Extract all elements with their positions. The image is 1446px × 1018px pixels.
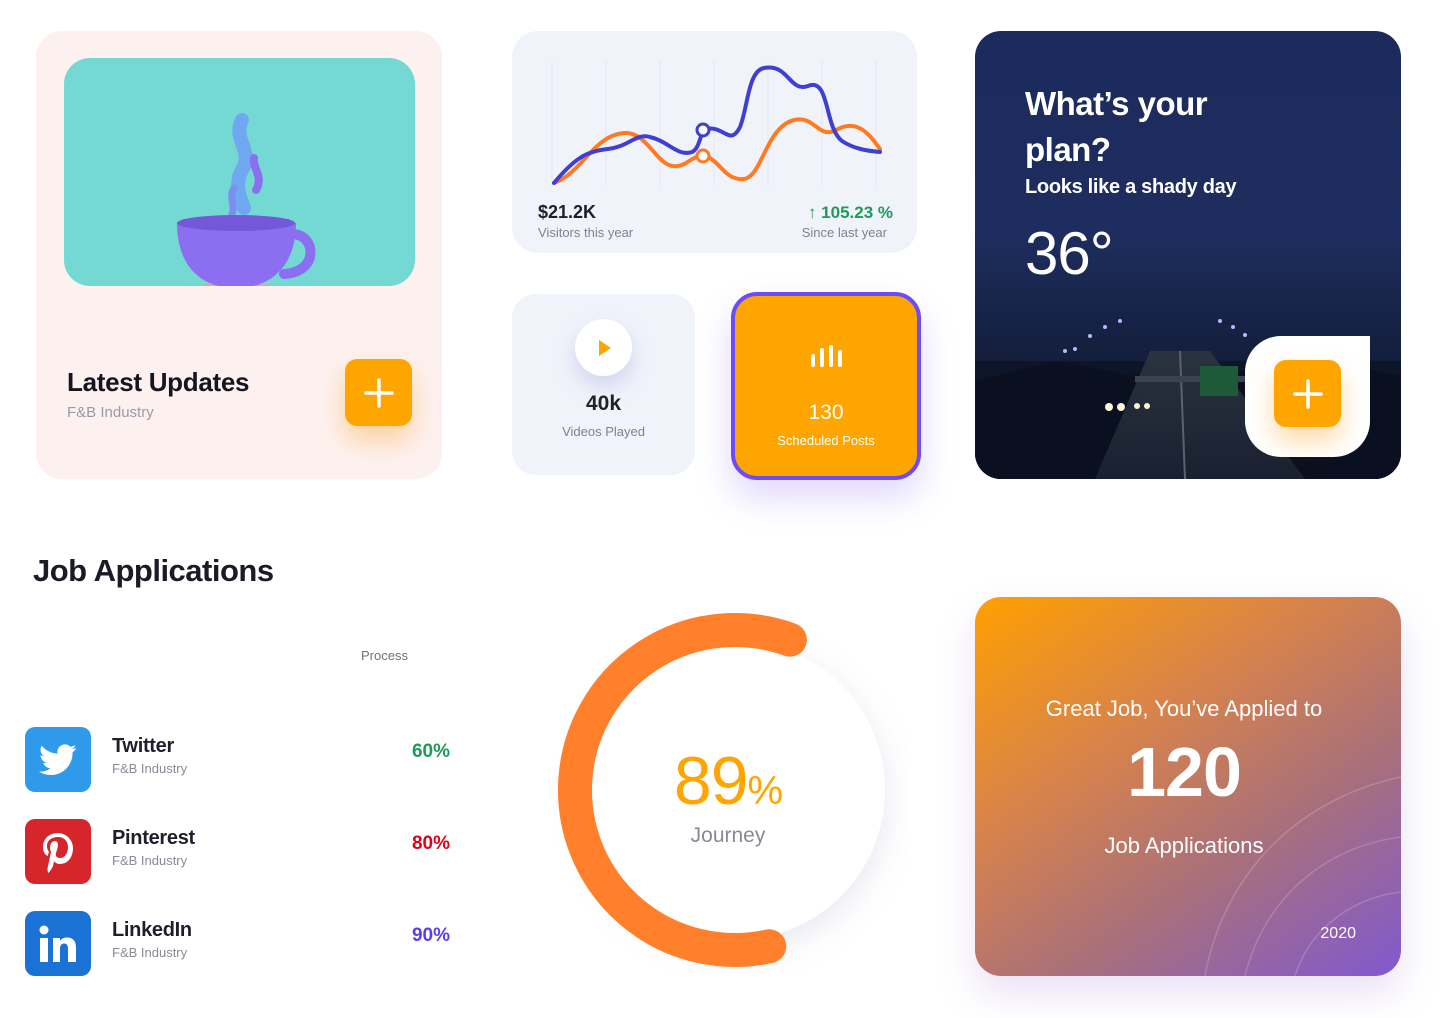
weather-temperature: 36° [1025, 220, 1114, 287]
journey-label: Journey [690, 824, 766, 847]
job-row-twitter[interactable]: Twitter F&B Industry 60% [25, 727, 450, 793]
applied-summary-card: Great Job, You’ve Applied to 120 Job App… [975, 597, 1401, 976]
weather-title: What’s your plan? [1025, 85, 1208, 168]
videos-value: 40k [585, 392, 622, 415]
job-row-percent: 60% [411, 741, 450, 762]
job-row-name: Pinterest [112, 827, 195, 849]
job-row-name: LinkedIn [112, 919, 192, 941]
coffee-cup-illustration [64, 58, 415, 286]
process-column-header: Process [361, 648, 408, 663]
job-row-name: Twitter [112, 735, 174, 757]
visitors-value: $21.2K [538, 202, 597, 222]
add-update-button[interactable] [345, 359, 412, 426]
job-row-percent: 90% [411, 925, 450, 946]
job-row-pinterest[interactable]: Pinterest F&B Industry 80% [25, 819, 450, 885]
applied-year: 2020 [1320, 925, 1356, 942]
job-row-linkedin[interactable]: LinkedIn F&B Industry 90% [25, 911, 450, 977]
play-button[interactable] [575, 319, 632, 376]
weather-card: What’s your plan? Looks like a shady day… [975, 31, 1401, 479]
scheduled-posts-card[interactable]: 130 Scheduled Posts [731, 292, 921, 480]
journey-number: 89 [673, 743, 749, 819]
scheduled-label: Scheduled Posts [777, 433, 875, 448]
weather-action-container [1245, 336, 1370, 457]
journey-donut: 89% Journey [548, 612, 908, 972]
applied-line1: Great Job, You’ve Applied to [1045, 696, 1323, 721]
visitors-line-chart [551, 61, 882, 186]
linkedin-icon [25, 911, 91, 976]
job-row-industry: F&B Industry [112, 945, 188, 960]
visitors-card: $21.2K Visitors this year ↑ 105.23 % Sin… [512, 31, 917, 253]
videos-card: 40k Videos Played [512, 294, 695, 475]
plus-icon [1292, 378, 1323, 409]
job-row-industry: F&B Industry [112, 761, 188, 776]
applied-line2: Job Applications [1104, 833, 1264, 858]
plus-icon [363, 377, 394, 408]
series-blue-marker [695, 122, 711, 138]
applied-count: 120 [1127, 733, 1242, 811]
series-orange-marker [695, 148, 711, 164]
journey-value: 89% [548, 742, 908, 820]
play-icon [598, 339, 611, 356]
updates-title: Latest Updates [67, 367, 250, 397]
visitors-change: ↑ 105.23 % [807, 203, 893, 222]
pinterest-icon [25, 819, 91, 884]
visitors-label: Visitors this year [538, 225, 634, 240]
job-row-percent: 80% [411, 833, 450, 854]
journey-unit: % [747, 769, 784, 813]
job-applications-title: Job Applications [33, 553, 274, 588]
visitors-change-label: Since last year [801, 225, 887, 240]
add-plan-button[interactable] [1274, 360, 1341, 427]
job-row-industry: F&B Industry [112, 853, 188, 868]
bar-chart-icon [811, 345, 842, 367]
twitter-icon [25, 727, 91, 792]
latest-updates-card: Latest Updates F&B Industry [36, 31, 442, 479]
scheduled-value: 130 [808, 401, 844, 424]
weather-subtitle: Looks like a shady day [1025, 176, 1237, 198]
videos-label: Videos Played [562, 424, 645, 439]
updates-subtitle: F&B Industry [67, 404, 154, 421]
